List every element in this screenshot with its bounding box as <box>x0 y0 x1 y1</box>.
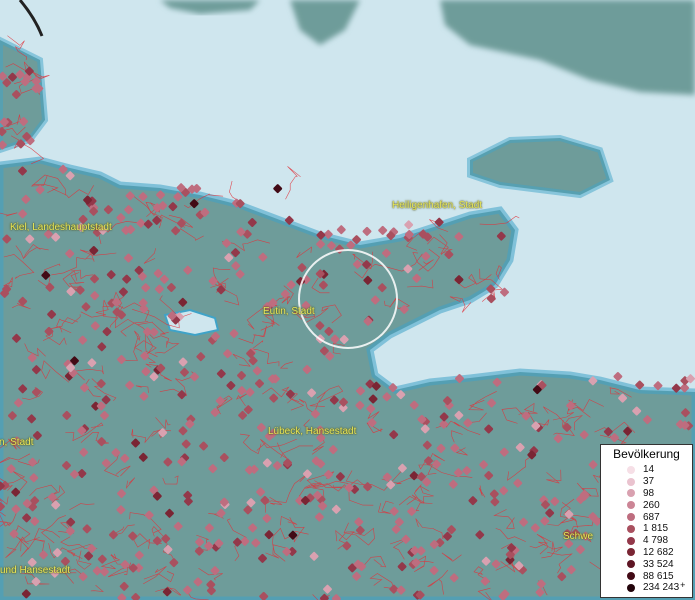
city-label-partial-schwerin: Schwe <box>563 531 594 542</box>
legend-item: 37 <box>605 476 688 488</box>
legend-swatch <box>627 548 635 557</box>
legend-swatch <box>627 489 635 498</box>
legend-label: 88 615 <box>643 570 674 582</box>
legend-swatch <box>627 572 635 581</box>
legend-label: 14 <box>643 464 655 476</box>
legend-plus: + <box>680 579 686 590</box>
legend-swatch <box>627 560 635 569</box>
legend-label: 234 243 <box>643 582 680 594</box>
city-label-eutin: Eutin, Stadt <box>263 306 315 317</box>
legend-swatch <box>627 583 635 592</box>
legend-swatch <box>627 524 635 533</box>
legend-item: 687 <box>605 511 688 523</box>
city-label-kiel: Kiel, Landeshauptstadt <box>10 222 112 233</box>
city-label-partial-west: n, Stadt <box>0 437 34 448</box>
city-label-partial-southwest: und Hansestadt <box>0 565 71 576</box>
legend-label: 260 <box>643 499 660 511</box>
legend-item: 98 <box>605 488 688 500</box>
legend-swatch <box>627 513 635 522</box>
legend-item: 234 243 + <box>605 579 688 594</box>
land-west-top <box>0 36 49 154</box>
legend-label: 1 815 <box>643 523 669 535</box>
legend-item: 33 524 <box>605 558 688 570</box>
legend-item: 12 682 <box>605 547 688 559</box>
legend-label: 12 682 <box>643 546 674 558</box>
city-label-luebeck: Lübeck, Hansestadt <box>268 426 357 437</box>
legend-swatch <box>627 536 635 545</box>
legend-item: 1 815 <box>605 523 688 535</box>
legend-label: 33 524 <box>643 558 674 570</box>
legend-item: 260 <box>605 499 688 511</box>
legend-label: 687 <box>643 511 660 523</box>
legend-item: 4 798 <box>605 535 688 547</box>
legend-swatch <box>627 465 635 474</box>
legend-item: 88 615 <box>605 570 688 582</box>
legend-label: 98 <box>643 487 655 499</box>
legend-label: 4 798 <box>643 535 669 547</box>
legend-title: Bevölkerung <box>613 447 680 461</box>
city-label-heiligenhafen: Heiligenhafen, Stadt <box>392 200 483 211</box>
legend-swatch <box>627 501 635 510</box>
legend-item: 14 <box>605 464 688 476</box>
legend-label: 37 <box>643 476 655 488</box>
legend-panel: Bevölkerung 14 37 98 260 687 1 815 4 798 12 682… <box>600 444 693 598</box>
magnifier-circle[interactable] <box>298 249 398 349</box>
legend-swatch <box>627 477 635 486</box>
